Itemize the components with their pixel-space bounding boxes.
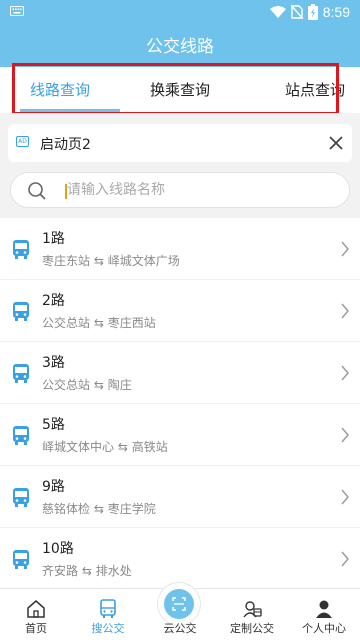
nav-label: 云公交: [163, 622, 197, 635]
route-from: 峄城文体中心: [42, 440, 115, 454]
page-title: 公交线路: [146, 37, 214, 57]
route-row[interactable]: 2路 公交总站 ⇆ 枣庄西站: [0, 280, 360, 342]
route-to: 枣庄学院: [107, 502, 156, 516]
route-to: 陶庄: [107, 378, 132, 392]
route-row[interactable]: 1路 枣庄东站 ⇆ 峄城文体广场: [0, 218, 360, 280]
route-stops: 齐安路 ⇆ 排水处: [42, 562, 132, 579]
cloud-inner: [164, 589, 194, 619]
bus-icon: [13, 302, 29, 321]
bus-icon: [13, 240, 29, 259]
route-stops: 峄城文体中心 ⇆ 高铁站: [42, 438, 168, 455]
exchange-arrow-icon: ⇆: [93, 378, 104, 392]
no-sim-icon: [290, 5, 303, 19]
ad-badge: AD: [16, 136, 29, 147]
bus-icon: [13, 550, 29, 569]
search-box: [10, 172, 350, 208]
nav-profile[interactable]: 个人中心: [288, 589, 360, 640]
route-to: 排水处: [95, 564, 132, 578]
route-row[interactable]: 9路 慈铭体检 ⇆ 枣庄学院: [0, 466, 360, 528]
route-from: 齐安路: [42, 564, 79, 578]
exchange-arrow-icon: ⇆: [93, 254, 104, 268]
nav-home[interactable]: 首页: [0, 589, 72, 640]
route-from: 慈铭体检: [42, 502, 91, 516]
chevron-right-icon: [341, 427, 349, 443]
route-name: 5路: [42, 417, 65, 433]
route-name: 10路: [42, 541, 74, 557]
nav-cloud-bus[interactable]: 云公交: [144, 583, 216, 640]
status-bar: 8:59: [0, 0, 360, 24]
route-name: 9路: [42, 479, 65, 495]
route-to: 高铁站: [131, 440, 168, 454]
route-from: 枣庄东站: [42, 254, 91, 268]
scan-icon: [172, 597, 186, 611]
bus-icon: [13, 364, 29, 383]
chevron-right-icon: [341, 489, 349, 505]
cloud-bus-button: [158, 583, 200, 625]
route-from: 公交总站: [42, 316, 91, 330]
battery-icon: [307, 4, 318, 20]
nav-custom-bus[interactable]: 定制公交: [216, 589, 288, 640]
exchange-arrow-icon: ⇆: [93, 316, 104, 330]
route-from: 公交总站: [42, 378, 91, 392]
wifi-icon: [269, 5, 286, 18]
route-name: 1路: [42, 231, 65, 247]
exchange-arrow-icon: ⇆: [81, 564, 92, 578]
home-icon: [27, 600, 45, 618]
route-name: 3路: [42, 355, 65, 371]
chevron-right-icon: [341, 241, 349, 257]
bus-icon: [100, 599, 116, 618]
bus-icon: [13, 426, 29, 445]
route-search-input[interactable]: [67, 173, 327, 207]
route-to: 枣庄西站: [107, 316, 156, 330]
nav-search-bus[interactable]: 搜公交: [72, 589, 144, 640]
route-row[interactable]: 3路 公交总站 ⇆ 陶庄: [0, 342, 360, 404]
nav-label: 个人中心: [302, 622, 346, 635]
ad-banner[interactable]: AD 启动页2: [8, 124, 352, 162]
route-stops: 慈铭体检 ⇆ 枣庄学院: [42, 500, 156, 517]
route-stops: 公交总站 ⇆ 陶庄: [42, 376, 132, 393]
chevron-right-icon: [341, 303, 349, 319]
clock-time: 8:59: [322, 4, 350, 20]
nav-label: 定制公交: [230, 622, 274, 635]
keyboard-icon: [10, 6, 24, 16]
search-icon: [28, 182, 46, 200]
bus-icon: [13, 488, 29, 507]
highlight-box: [12, 63, 339, 115]
exchange-arrow-icon: ⇆: [93, 502, 104, 516]
route-to: 峄城文体广场: [107, 254, 180, 268]
ad-title: 启动页2: [40, 137, 91, 153]
bottom-nav: 首页 搜公交 云公交 定制公交 个人中心: [0, 583, 360, 640]
chevron-right-icon: [341, 551, 349, 567]
custom-bus-icon: [243, 601, 262, 618]
route-name: 2路: [42, 293, 65, 309]
route-stops: 公交总站 ⇆ 枣庄西站: [42, 314, 156, 331]
user-icon: [316, 600, 332, 618]
exchange-arrow-icon: ⇆: [117, 440, 128, 454]
chevron-right-icon: [341, 365, 349, 381]
close-icon[interactable]: [326, 133, 346, 153]
nav-label: 首页: [25, 622, 47, 635]
route-stops: 枣庄东站 ⇆ 峄城文体广场: [42, 252, 180, 269]
route-row[interactable]: 10路 齐安路 ⇆ 排水处: [0, 528, 360, 590]
nav-label: 搜公交: [91, 622, 125, 635]
route-row[interactable]: 5路 峄城文体中心 ⇆ 高铁站: [0, 404, 360, 466]
